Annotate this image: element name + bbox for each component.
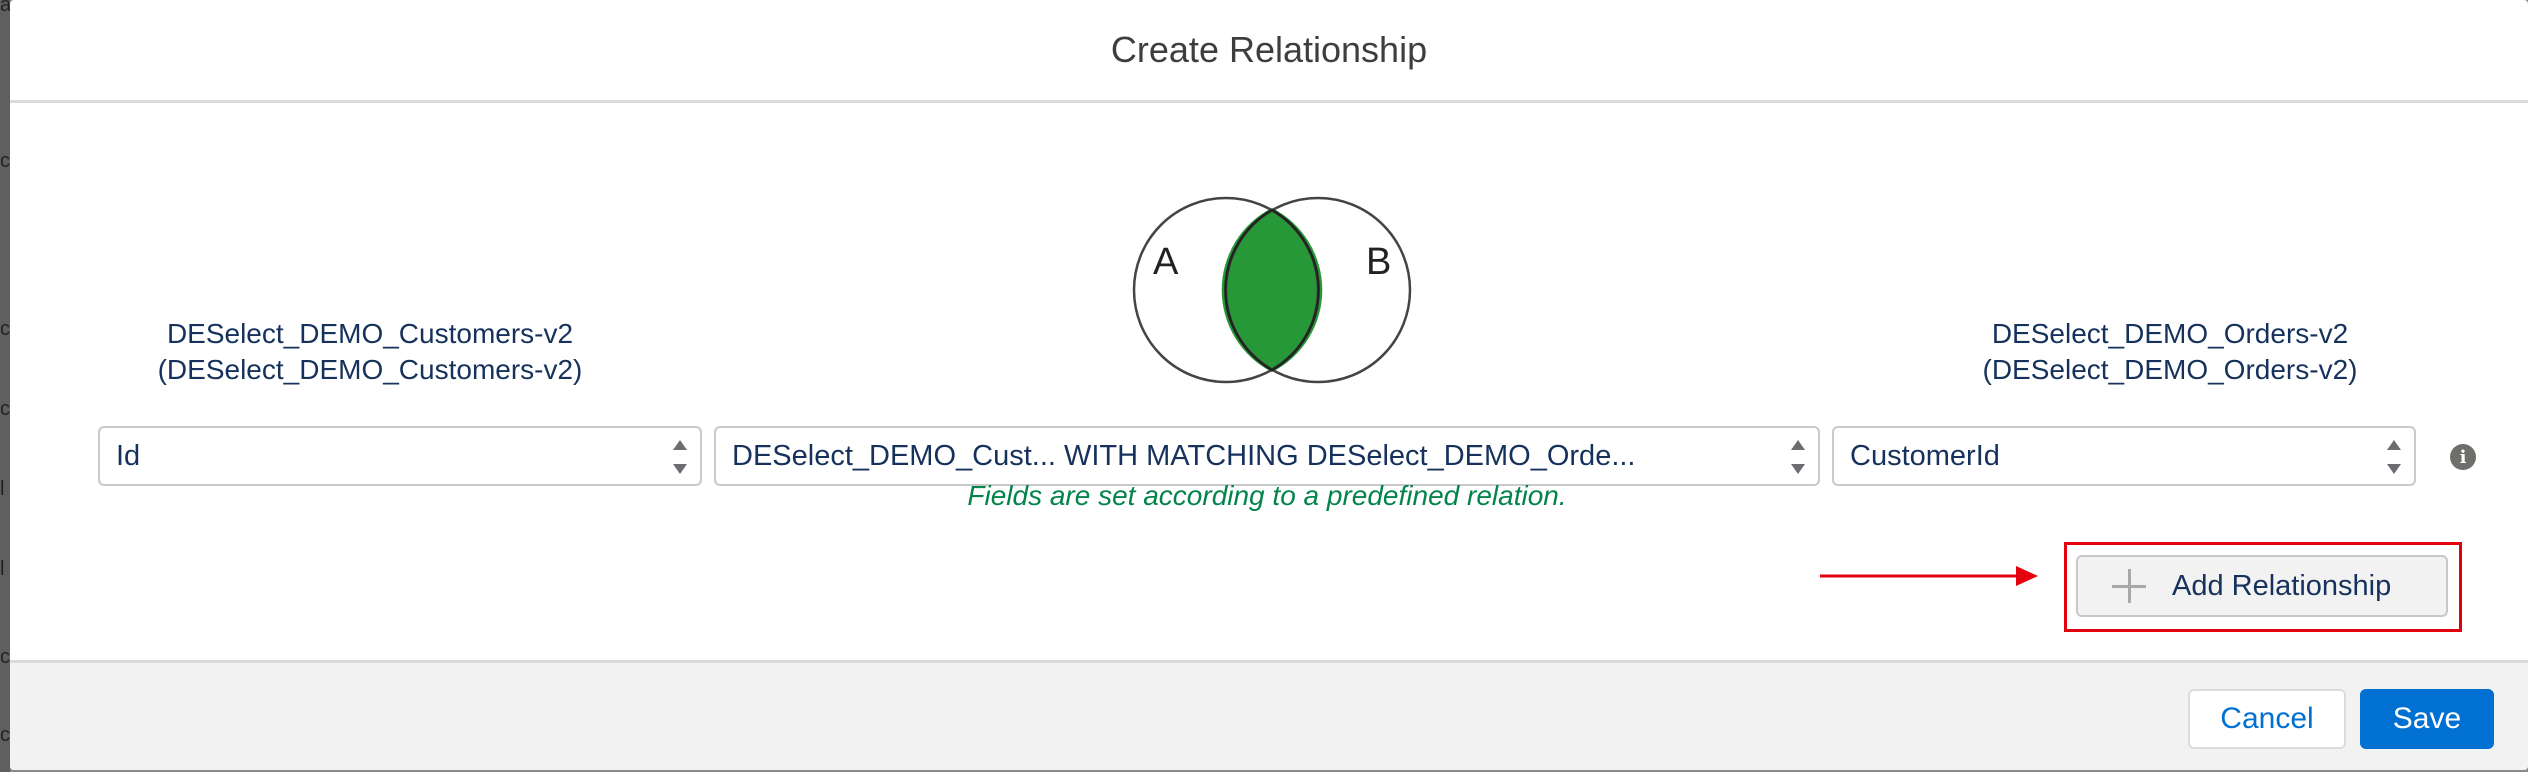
- background-text: l: [0, 478, 5, 500]
- left-data-extension-sub: (DESelect_DEMO_Customers-v2): [157, 354, 583, 385]
- create-relationship-modal: Create Relationship A B DESelect_DEMO_Cu…: [10, 0, 2528, 770]
- background-text: c: [0, 398, 10, 420]
- select-arrows-icon: [2386, 440, 2402, 474]
- annotation-arrow-icon: [1820, 566, 2038, 586]
- select-arrows-icon: [672, 440, 688, 474]
- modal-content: A B DESelect_DEMO_Customers-v2 (DESelect…: [10, 106, 2528, 660]
- cancel-button[interactable]: Cancel: [2188, 689, 2346, 749]
- right-data-extension-label: DESelect_DEMO_Orders-v2 (DESelect_DEMO_O…: [1890, 316, 2450, 388]
- venn-diagram-icon: A B: [1132, 196, 1412, 384]
- background-text: c: [0, 318, 10, 340]
- plus-icon: [2112, 569, 2146, 603]
- modal-title: Create Relationship: [1110, 29, 1428, 70]
- venn-label-b: B: [1366, 241, 1391, 283]
- background-text: c: [0, 646, 10, 668]
- background-text: a: [0, 0, 10, 16]
- background-text: c: [0, 150, 10, 172]
- right-data-extension-sub: (DESelect_DEMO_Orders-v2): [1982, 354, 2358, 385]
- predefined-relation-note: Fields are set according to a predefined…: [967, 480, 1567, 511]
- left-field-select[interactable]: Id: [98, 426, 702, 486]
- right-field-select[interactable]: CustomerId: [1832, 426, 2416, 486]
- venn-label-a: A: [1153, 241, 1179, 283]
- modal-footer: Cancel Save: [10, 660, 2528, 770]
- background-text: c: [0, 724, 10, 746]
- venn-intersection: [1221, 208, 1323, 372]
- add-relationship-button[interactable]: Add Relationship: [2076, 555, 2448, 617]
- relation-type-value: DESelect_DEMO_Cust... WITH MATCHING DESe…: [732, 439, 1636, 472]
- left-data-extension-label: DESelect_DEMO_Customers-v2 (DESelect_DEM…: [90, 316, 650, 388]
- info-icon[interactable]: i: [2450, 444, 2476, 470]
- left-data-extension-name: DESelect_DEMO_Customers-v2: [166, 318, 574, 349]
- right-data-extension-name: DESelect_DEMO_Orders-v2: [1991, 318, 2349, 349]
- modal-header: Create Relationship: [10, 0, 2528, 103]
- background-text: l: [0, 558, 5, 580]
- add-relationship-label: Add Relationship: [2172, 569, 2392, 602]
- save-button[interactable]: Save: [2360, 689, 2494, 749]
- right-field-value: CustomerId: [1850, 439, 2000, 472]
- relation-type-select[interactable]: DESelect_DEMO_Cust... WITH MATCHING DESe…: [714, 426, 1820, 486]
- left-field-value: Id: [116, 439, 141, 472]
- select-arrows-icon: [1790, 440, 1806, 474]
